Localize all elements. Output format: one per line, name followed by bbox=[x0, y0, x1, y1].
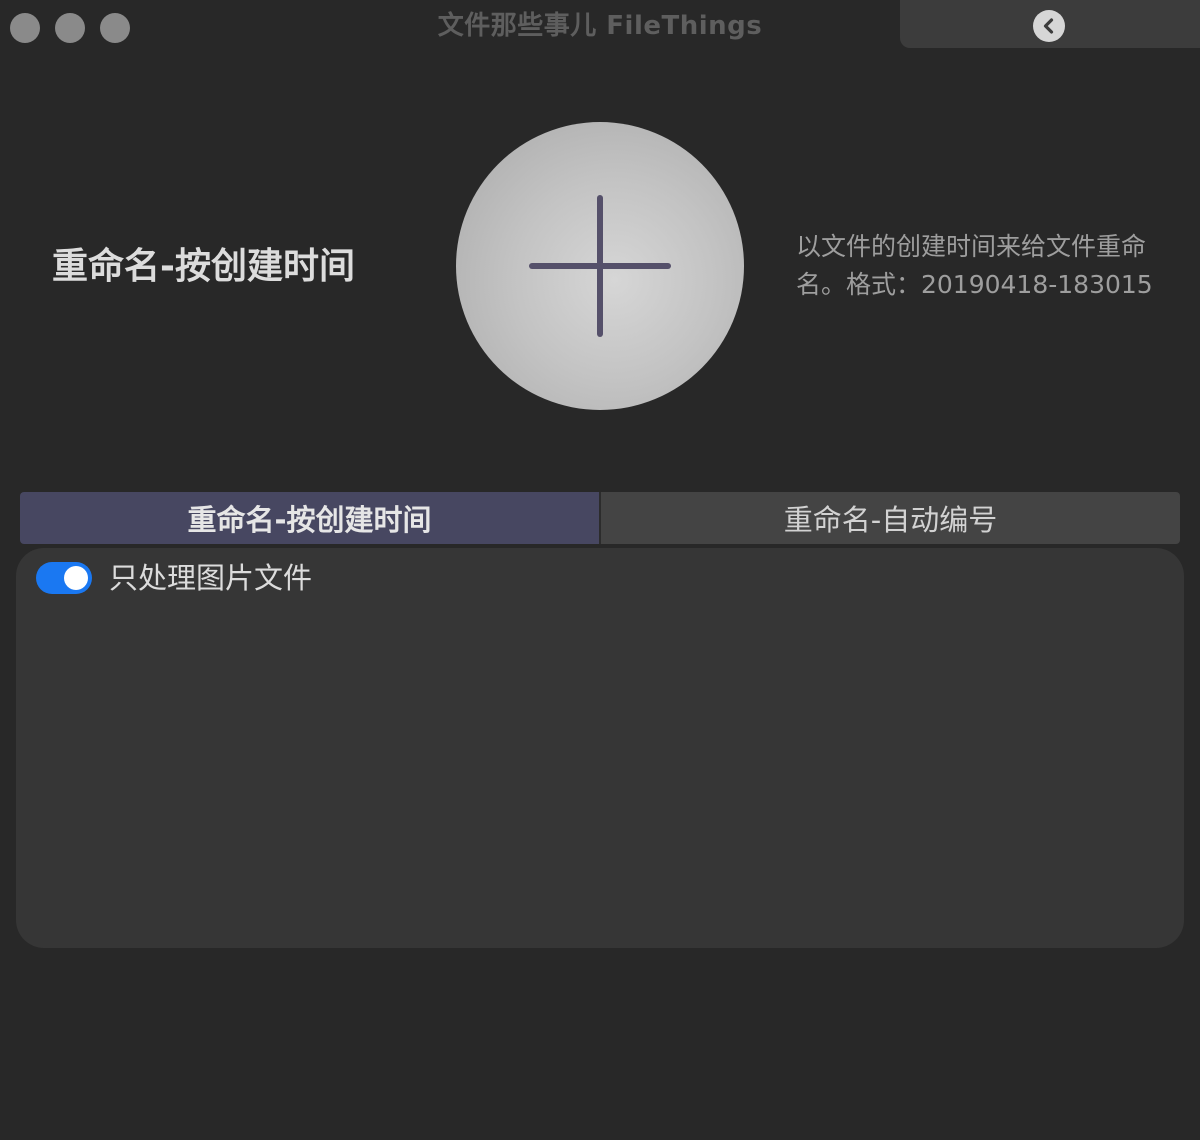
toggle-knob bbox=[64, 566, 88, 590]
images-only-option: 只处理图片文件 bbox=[36, 560, 312, 596]
mode-heading: 重命名-按创建时间 bbox=[52, 246, 355, 287]
plus-icon-horizontal bbox=[529, 263, 671, 269]
chevron-left-icon bbox=[1043, 18, 1054, 34]
app-window: 文件那些事儿 FileThings 重命名-按创建时间 以文件的创建时间来给文件… bbox=[0, 0, 1200, 1140]
tab-rename-by-creation-time[interactable]: 重命名-按创建时间 bbox=[20, 492, 599, 544]
images-only-label: 只处理图片文件 bbox=[109, 561, 313, 595]
back-button[interactable] bbox=[1033, 10, 1065, 42]
mode-tabs: 重命名-按创建时间 重命名-自动编号 bbox=[20, 492, 1180, 544]
mode-description: 以文件的创建时间来给文件重命名。格式：20190418-183015 bbox=[796, 232, 1153, 299]
images-only-toggle[interactable] bbox=[36, 562, 92, 594]
add-files-button[interactable] bbox=[456, 122, 744, 410]
tab-rename-auto-number[interactable]: 重命名-自动编号 bbox=[599, 492, 1180, 544]
toolbar-panel bbox=[900, 0, 1200, 48]
options-panel: 只处理图片文件 bbox=[16, 548, 1184, 948]
